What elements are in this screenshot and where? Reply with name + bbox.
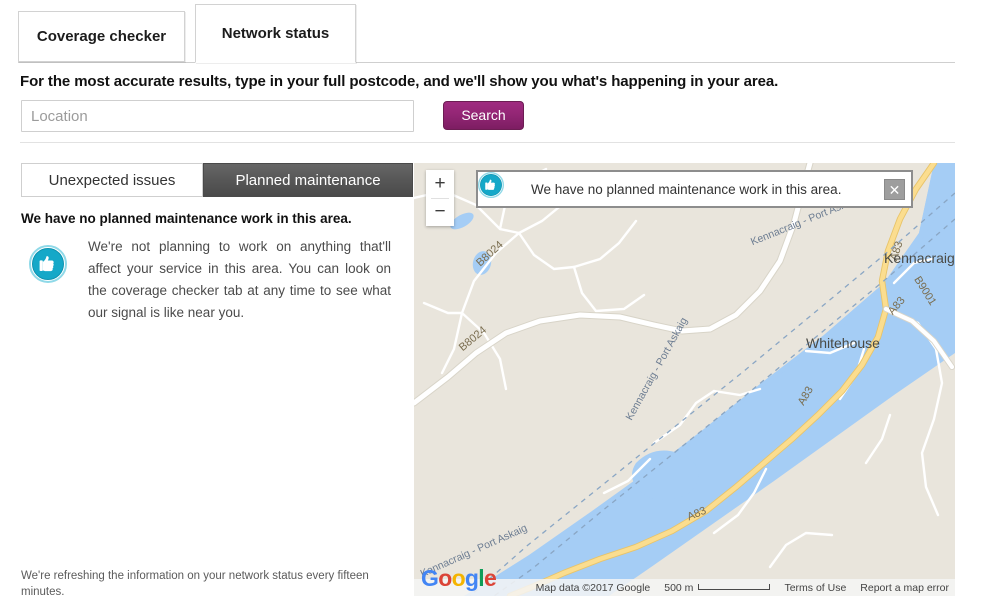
map-scale-label: 500 m bbox=[664, 581, 694, 594]
google-logo: Google bbox=[421, 565, 497, 592]
report-map-error-link[interactable]: Report a map error bbox=[860, 582, 949, 594]
main-tabstrip: Coverage checker Network status bbox=[0, 0, 998, 64]
map-scale-bar: 500 m bbox=[664, 581, 771, 594]
subtab-planned-maintenance-label: Planned maintenance bbox=[235, 171, 381, 189]
zoom-out-button[interactable]: − bbox=[426, 198, 454, 226]
google-logo-letter: e bbox=[483, 565, 497, 591]
thumbs-up-icon bbox=[29, 245, 67, 283]
google-logo-letter: G bbox=[421, 565, 439, 591]
map-scale-bar-line bbox=[698, 583, 771, 590]
zoom-in-button[interactable]: + bbox=[426, 170, 454, 198]
subtab-unexpected-issues[interactable]: Unexpected issues bbox=[21, 163, 203, 197]
status-subtabs: Unexpected issues Planned maintenance bbox=[21, 163, 413, 197]
map-canvas[interactable]: B8024 B8024 Kennacraig - Port Askaig Ken… bbox=[414, 163, 955, 596]
google-logo-letter: g bbox=[464, 565, 479, 591]
tab-coverage-checker[interactable]: Coverage checker bbox=[18, 11, 185, 62]
search-button[interactable]: Search bbox=[443, 101, 524, 130]
search-input[interactable] bbox=[21, 100, 414, 132]
tab-network-status-label: Network status bbox=[221, 25, 330, 42]
subtab-planned-maintenance[interactable]: Planned maintenance bbox=[203, 163, 413, 197]
google-logo-letter: o bbox=[438, 565, 452, 591]
map-zoom-controls: + − bbox=[426, 170, 454, 226]
terms-of-use-link[interactable]: Terms of Use bbox=[784, 582, 846, 594]
map-data-attribution: Map data ©2017 Google bbox=[535, 581, 651, 594]
tabstrip-baseline bbox=[18, 62, 955, 63]
close-icon[interactable]: ✕ bbox=[884, 179, 905, 200]
map-info-bar-text: We have no planned maintenance work in t… bbox=[531, 181, 842, 197]
google-logo-letter: o bbox=[451, 565, 466, 591]
tab-network-status[interactable]: Network status bbox=[195, 4, 356, 63]
panel-body-text: We're not planning to work on anything t… bbox=[88, 239, 391, 320]
network-status-page: Coverage checker Network status For the … bbox=[0, 0, 998, 607]
map-info-bar: We have no planned maintenance work in t… bbox=[476, 170, 913, 208]
subtab-unexpected-issues-label: Unexpected issues bbox=[48, 171, 176, 189]
intro-text: For the most accurate results, type in y… bbox=[20, 73, 779, 90]
map-tiles bbox=[414, 163, 955, 596]
refresh-footnote: We're refreshing the information on your… bbox=[21, 570, 369, 598]
panel-heading: We have no planned maintenance work in t… bbox=[21, 211, 352, 226]
section-divider bbox=[20, 142, 955, 143]
zoom-control-divider bbox=[431, 198, 449, 199]
thumbs-up-icon bbox=[478, 172, 515, 202]
tab-coverage-checker-label: Coverage checker bbox=[36, 28, 167, 45]
